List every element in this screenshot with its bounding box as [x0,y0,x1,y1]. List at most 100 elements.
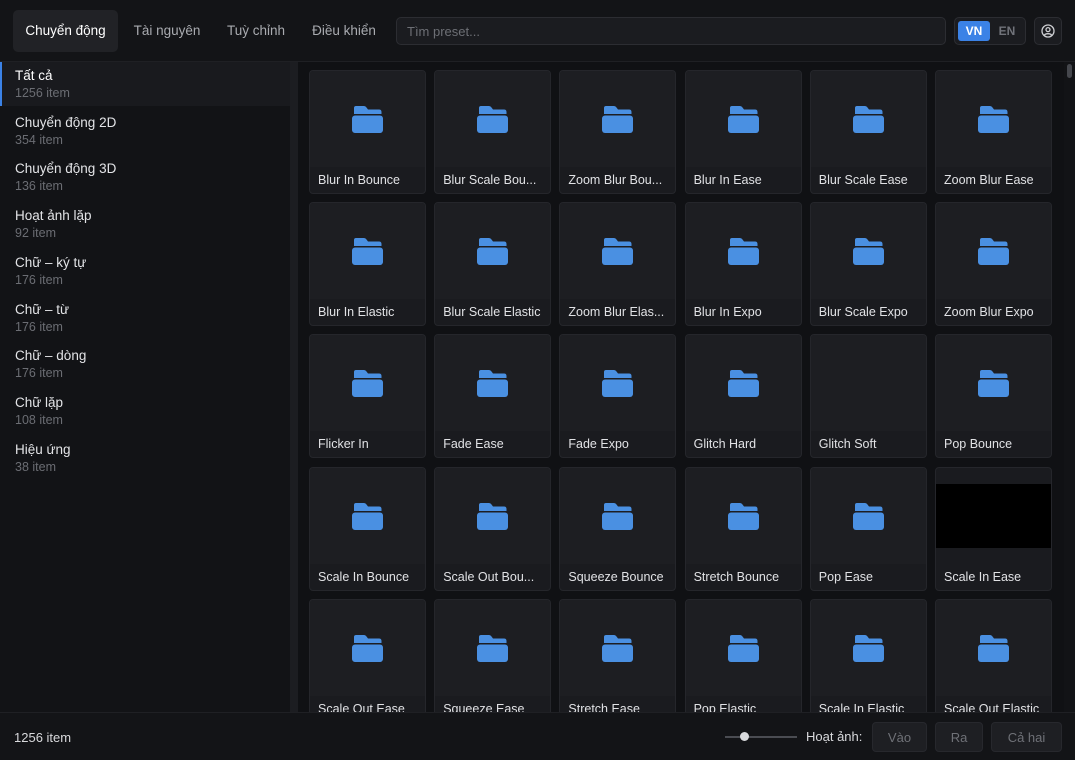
search-input[interactable] [396,17,946,45]
preset-card[interactable]: Scale In Bounce [309,466,426,591]
preset-label: Squeeze Ease [443,701,525,712]
lang-en-button[interactable]: EN [991,21,1023,41]
slider-knob[interactable] [739,732,749,741]
preset-label: Fade Ease [443,437,504,452]
preset-card[interactable]: Stretch Ease [559,598,677,712]
preset-card[interactable]: Pop Ease [809,466,927,591]
preset-card[interactable]: Zoom Blur Ease [935,70,1052,194]
preset-card[interactable]: Scale In Ease [935,466,1052,591]
folder-icon [727,238,759,266]
preset-label: Scale In Elastic [818,701,905,712]
folder-icon [727,634,759,662]
preset-thumbnail [560,599,676,696]
folder-icon [727,502,759,530]
tab-tuy-chinh[interactable]: Tuỳ chỉnh [216,10,296,52]
folder-icon [978,634,1009,662]
preset-card[interactable]: Blur In Bounce [309,70,426,194]
preset-label: Blur Scale Expo [818,305,908,320]
preset-card[interactable]: Stretch Bounce [684,466,802,591]
preset-card[interactable]: Pop Elastic [684,598,802,712]
language-toggle: VN EN [954,17,1026,45]
preset-label: Glitch Soft [818,437,877,452]
preset-card[interactable]: Blur Scale Bou... [434,70,552,194]
preset-card[interactable]: Zoom Blur Bou... [559,70,677,194]
bottom-bar: 1256 item Hoạt ảnh: Vào Ra Cả hai [0,712,1075,760]
folder-icon [727,106,759,133]
preset-card[interactable]: Flicker In [309,334,426,459]
preset-card[interactable]: Scale In Elastic [809,598,927,712]
preset-card[interactable]: Blur Scale Ease [809,70,927,194]
sidebar-item[interactable]: Tất cả 1256 item [0,62,290,106]
folder-icon [352,370,383,398]
grid-scrollbar[interactable] [1064,62,1075,712]
preset-thumbnail [810,467,926,564]
tab-tai-nguyen[interactable]: Tài nguyên [122,10,212,52]
preset-label: Scale Out Elastic [944,701,1040,712]
preset-thumbnail [936,203,1051,300]
preset-label: Flicker In [318,437,369,452]
account-button[interactable] [1034,17,1062,45]
preset-card[interactable]: Blur Scale Expo [809,202,927,327]
folder-icon [602,106,634,133]
sidebar-item-label: Chữ – dòng [15,348,87,364]
preset-card[interactable]: Scale Out Bou... [434,466,552,591]
preset-card[interactable]: Zoom Blur Elas... [559,202,677,327]
category-sidebar: Tất cả 1256 item Chuyển động 2D 354 item Chu… [0,62,290,712]
anim-out-button[interactable]: Ra [935,722,983,752]
folder-icon [602,370,634,398]
sidebar-item[interactable]: Chữ – từ 176 item [0,296,290,340]
scroll-thumb[interactable] [1067,64,1072,78]
preset-card[interactable]: Blur In Ease [684,70,802,194]
preset-card[interactable]: Glitch Hard [684,334,802,459]
sidebar-item[interactable]: Chuyển động 3D 136 item [0,155,290,199]
sidebar-item[interactable]: Chuyển động 2D 354 item [0,109,290,153]
preset-card[interactable]: Scale Out Elastic [935,598,1052,712]
sidebar-item[interactable]: Hiệu ứng 38 item [0,436,290,480]
preset-card[interactable]: Fade Ease [434,334,552,459]
anim-both-button[interactable]: Cả hai [991,722,1062,752]
preset-label: Stretch Ease [568,701,640,712]
preset-card[interactable]: Blur Scale Elastic [434,202,552,327]
preset-card[interactable]: Squeeze Ease [434,598,552,712]
preset-thumbnail [685,467,801,564]
preset-label: Blur Scale Bou... [443,173,537,187]
folder-icon [727,370,759,398]
sidebar-divider[interactable] [290,62,298,712]
sidebar-item-label: Hiệu ứng [15,441,71,457]
preset-card[interactable]: Blur In Expo [684,202,802,327]
tab-dieu-khien[interactable]: Điều khiển [300,10,388,52]
thumbnail-size-slider[interactable] [725,732,797,741]
preset-thumbnail [810,335,926,432]
sidebar-item[interactable]: Chữ – dòng 176 item [0,342,290,386]
preset-thumbnail [936,335,1051,432]
preset-card[interactable]: Zoom Blur Expo [935,202,1052,327]
preset-thumbnail [560,203,676,300]
preset-card[interactable]: Squeeze Bounce [559,466,677,591]
preset-card[interactable]: Fade Expo [559,334,677,459]
preset-label: Blur Scale Elastic [443,305,541,320]
sidebar-item[interactable]: Chữ – ký tự 176 item [0,249,290,293]
preset-label: Blur In Expo [693,305,762,320]
preset-card[interactable]: Pop Bounce [935,334,1052,459]
folder-icon [477,106,509,133]
anim-in-button[interactable]: Vào [872,722,927,752]
preset-card[interactable]: Scale Out Ease [309,598,426,712]
sidebar-item[interactable]: Hoạt ảnh lặp 92 item [0,202,290,246]
preset-card[interactable]: Glitch Soft [809,334,927,459]
folder-icon [352,106,383,133]
lang-vn-button[interactable]: VN [958,21,990,41]
user-icon [1041,24,1055,38]
sidebar-item-count: 38 item [15,459,56,474]
preset-label: Zoom Blur Ease [944,173,1034,187]
folder-icon [477,238,509,266]
animation-label: Hoạt ảnh: [806,729,863,744]
folder-icon [352,238,383,266]
sidebar-item-label: Chữ lặp [15,394,64,410]
sidebar-item-label: Tất cả [15,68,53,83]
preset-card[interactable]: Blur In Elastic [309,202,426,327]
sidebar-item[interactable]: Chữ lặp 108 item [0,389,290,433]
folder-icon [852,634,884,662]
preset-label: Blur Scale Ease [818,173,908,187]
preset-thumbnail [435,599,551,696]
tab-chuyen-dong[interactable]: Chuyển động [13,10,118,52]
